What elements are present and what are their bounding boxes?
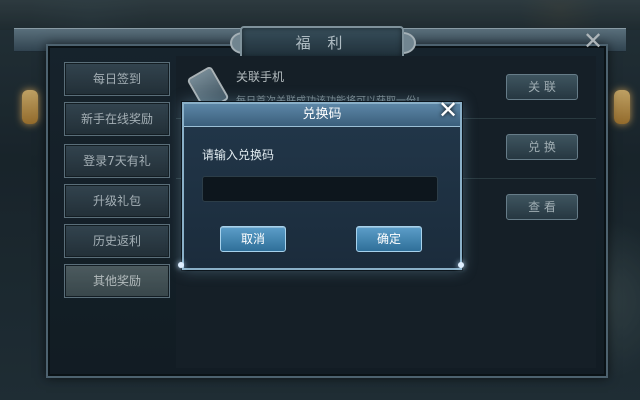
corner-sparkle-icon [178, 262, 184, 268]
redeem-code-input[interactable] [202, 176, 438, 202]
redeem-code-dialog: 兑换码 ✕ 请输入兑换码 取消 确定 [182, 98, 462, 270]
dialog-close-icon[interactable]: ✕ [436, 98, 460, 122]
dialog-title: 兑换码 [184, 104, 460, 127]
corner-sparkle-icon [458, 262, 464, 268]
confirm-button[interactable]: 确定 [356, 226, 422, 252]
dialog-prompt: 请输入兑换码 [202, 148, 275, 162]
cancel-button[interactable]: 取消 [220, 226, 286, 252]
